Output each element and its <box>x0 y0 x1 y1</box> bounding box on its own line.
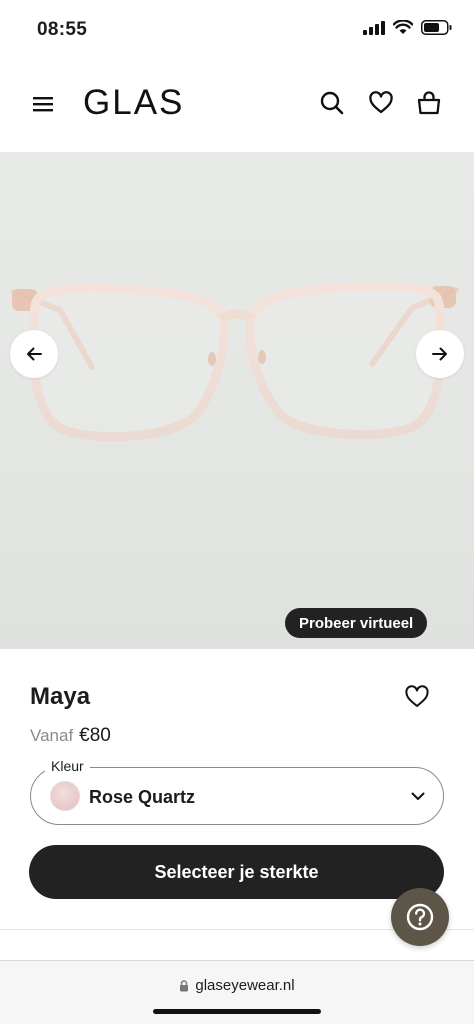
product-price: Vanaf €80 <box>30 725 111 747</box>
signal-icon <box>363 20 385 35</box>
previous-image-button[interactable] <box>10 330 58 378</box>
price-prefix: Vanaf <box>30 726 74 745</box>
virtual-try-on-button[interactable]: Probeer virtueel <box>285 608 428 638</box>
home-indicator <box>153 1009 321 1014</box>
price-value: €80 <box>79 725 111 746</box>
search-button[interactable] <box>319 90 345 116</box>
color-label: Kleur <box>45 758 90 774</box>
logo[interactable]: GLAS <box>83 83 184 123</box>
arrow-left-icon <box>27 347 42 361</box>
url-text: glaseyewear.nl <box>195 977 295 994</box>
color-select[interactable]: Kleur Rose Quartz <box>30 758 444 825</box>
menu-button[interactable] <box>31 92 55 116</box>
battery-icon <box>421 20 452 35</box>
cart-button[interactable] <box>416 90 442 116</box>
arrow-right-icon <box>432 347 447 361</box>
status-icons <box>363 20 452 35</box>
url-display[interactable]: glaseyewear.nl <box>0 977 474 994</box>
bag-icon <box>417 91 441 115</box>
heart-icon <box>369 91 393 114</box>
next-image-button[interactable] <box>416 330 464 378</box>
status-time: 08:55 <box>37 19 88 40</box>
wifi-icon <box>393 20 413 34</box>
wishlist-button[interactable] <box>368 90 394 116</box>
color-value: Rose Quartz <box>89 787 196 807</box>
menu-icon <box>33 97 53 112</box>
status-bar: 08:55 <box>0 0 474 60</box>
help-button[interactable] <box>391 888 449 946</box>
select-prescription-button[interactable]: Selecteer je sterkte <box>29 845 444 899</box>
site-header: GLAS <box>0 60 474 152</box>
color-swatch <box>50 781 80 811</box>
chevron-down-icon <box>411 792 425 800</box>
product-name: Maya <box>30 683 91 710</box>
product-wishlist-button[interactable] <box>404 684 430 710</box>
product-gallery[interactable]: Probeer virtueel <box>0 152 474 649</box>
search-icon <box>320 91 344 115</box>
product-image <box>11 281 459 442</box>
lock-icon <box>180 979 189 991</box>
heart-icon <box>405 685 429 707</box>
browser-url-bar[interactable]: glaseyewear.nl <box>0 960 474 1024</box>
help-icon <box>406 903 434 931</box>
